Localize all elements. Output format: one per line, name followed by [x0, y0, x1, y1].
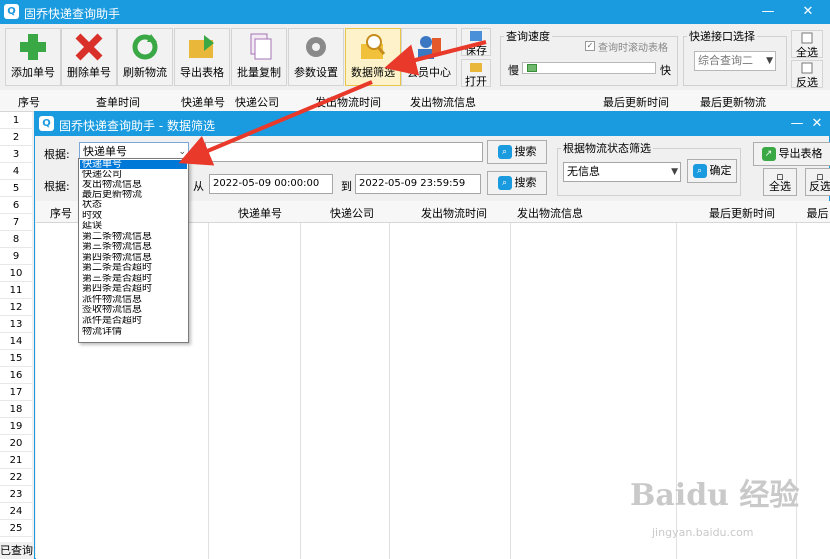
baidu-watermark-url: jingyan.baidu.com [652, 526, 754, 539]
arrow-to-dropdown [178, 80, 373, 166]
arrow-to-filter-button [384, 40, 487, 76]
baidu-watermark: Baidu 经验 [630, 478, 800, 513]
